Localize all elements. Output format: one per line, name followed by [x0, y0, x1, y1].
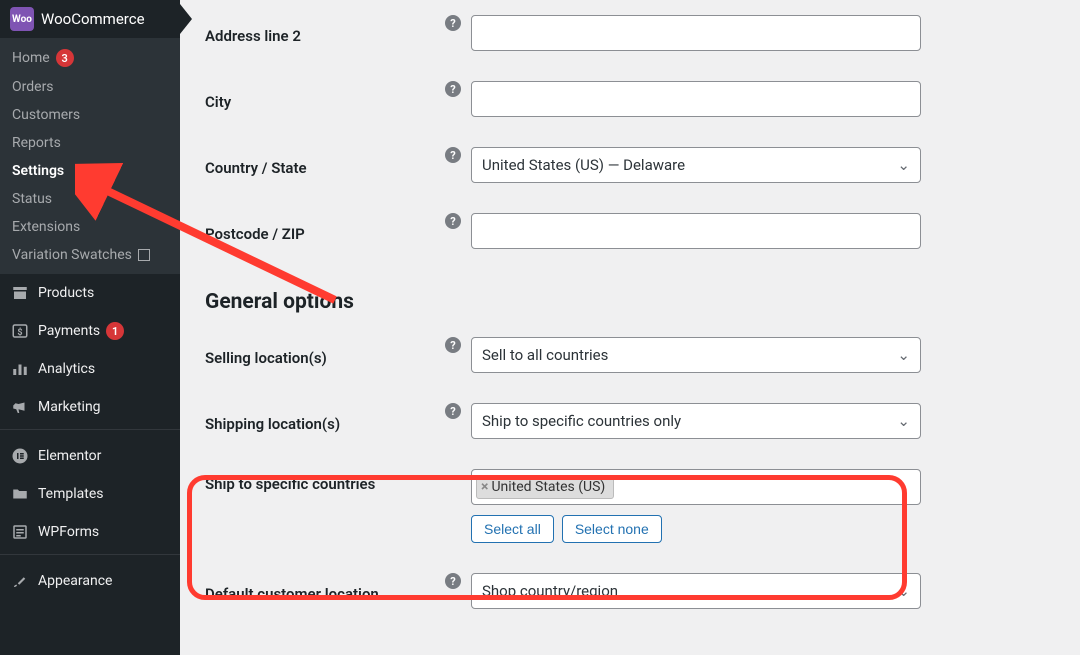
menu-item-label: Marketing	[38, 399, 101, 415]
submenu-item-label: Customers	[12, 107, 80, 123]
input-address2[interactable]	[471, 15, 921, 51]
submenu-item-label: Variation Swatches	[12, 247, 132, 263]
remove-tag-icon[interactable]: ×	[481, 479, 488, 495]
woocommerce-submenu: Home 3 Orders Customers Reports Settings…	[0, 38, 180, 274]
chart-bar-icon	[10, 359, 30, 379]
menu-templates[interactable]: Templates	[0, 475, 180, 513]
admin-sidebar: Woo WooCommerce Home 3 Orders Customers …	[0, 0, 180, 655]
menu-wpforms[interactable]: WPForms	[0, 513, 180, 551]
help-icon[interactable]: ?	[445, 337, 461, 353]
label-shipping-locations: Shipping location(s)	[205, 409, 445, 433]
submenu-orders[interactable]: Orders	[0, 73, 180, 101]
chevron-down-icon: ⌄	[897, 582, 910, 600]
help-icon[interactable]: ?	[445, 573, 461, 589]
chevron-down-icon: ⌄	[897, 412, 910, 430]
badge-count: 3	[56, 49, 74, 67]
select-shipping-locations[interactable]: Ship to specific countries only ⌄	[471, 403, 921, 439]
form-icon	[10, 522, 30, 542]
menu-payments[interactable]: $ Payments 1	[0, 312, 180, 350]
dollar-icon: $	[10, 321, 30, 341]
label-ship-to-countries: Ship to specific countries	[205, 469, 445, 493]
svg-text:$: $	[17, 327, 22, 338]
menu-appearance[interactable]: Appearance	[0, 562, 180, 600]
submenu-item-label: Home	[12, 50, 50, 66]
folder-icon	[10, 484, 30, 504]
label-country-state: Country / State	[205, 153, 445, 177]
menu-marketing[interactable]: Marketing	[0, 388, 180, 426]
select-selling-locations[interactable]: Sell to all countries ⌄	[471, 337, 921, 373]
sidebar-header-title: WooCommerce	[41, 10, 145, 28]
submenu-extensions[interactable]: Extensions	[0, 213, 180, 241]
row-address2: Address line 2 ?	[205, 0, 1055, 66]
row-default-customer-location: Default customer location ? Shop country…	[205, 558, 1055, 624]
chevron-down-icon: ⌄	[897, 156, 910, 174]
submenu-customers[interactable]: Customers	[0, 101, 180, 129]
elementor-icon	[10, 446, 30, 466]
label-selling-locations: Selling location(s)	[205, 343, 445, 367]
submenu-status[interactable]: Status	[0, 185, 180, 213]
label-postcode: Postcode / ZIP	[205, 219, 445, 243]
menu-separator	[0, 429, 180, 434]
select-value: Shop country/region	[482, 582, 618, 600]
menu-analytics[interactable]: Analytics	[0, 350, 180, 388]
chevron-down-icon: ⌄	[897, 346, 910, 364]
menu-item-label: Elementor	[38, 448, 101, 464]
menu-item-label: Appearance	[38, 573, 112, 589]
swatches-icon	[138, 249, 150, 261]
row-selling-locations: Selling location(s) ? Sell to all countr…	[205, 322, 1055, 388]
menu-separator	[0, 554, 180, 559]
row-ship-to-countries: Ship to specific countries × United Stat…	[205, 454, 1055, 558]
submenu-item-label: Settings	[12, 163, 64, 179]
help-icon[interactable]: ?	[445, 213, 461, 229]
submenu-item-label: Extensions	[12, 219, 80, 235]
label-address2: Address line 2	[205, 21, 445, 45]
menu-item-label: Payments	[38, 323, 100, 339]
row-shipping-locations: Shipping location(s) ? Ship to specific …	[205, 388, 1055, 454]
sidebar-header-woocommerce[interactable]: Woo WooCommerce	[0, 0, 180, 38]
submenu-item-label: Orders	[12, 79, 54, 95]
row-postcode: Postcode / ZIP ?	[205, 198, 1055, 264]
heading-general-options: General options	[205, 290, 1055, 314]
row-city: City ?	[205, 66, 1055, 132]
select-value: United States (US) — Delaware	[482, 156, 685, 174]
select-default-customer-location[interactable]: Shop country/region ⌄	[471, 573, 921, 609]
settings-form: Address line 2 ? City ? Country / State …	[180, 0, 1080, 624]
label-city: City	[205, 87, 445, 111]
select-country-state[interactable]: United States (US) — Delaware ⌄	[471, 147, 921, 183]
menu-item-label: Templates	[38, 486, 104, 502]
menu-item-label: Products	[38, 285, 94, 301]
menu-products[interactable]: Products	[0, 274, 180, 312]
select-value: Sell to all countries	[482, 346, 608, 364]
megaphone-icon	[10, 397, 30, 417]
submenu-settings[interactable]: Settings	[0, 157, 180, 185]
help-icon[interactable]: ?	[445, 81, 461, 97]
submenu-item-label: Status	[12, 191, 52, 207]
multiselect-ship-to-countries[interactable]: × United States (US)	[471, 469, 921, 505]
select-all-button[interactable]: Select all	[471, 515, 554, 543]
submenu-variation-swatches[interactable]: Variation Swatches	[0, 241, 180, 269]
help-icon[interactable]: ?	[445, 403, 461, 419]
input-postcode[interactable]	[471, 213, 921, 249]
label-default-customer-location: Default customer location	[205, 579, 445, 603]
woocommerce-icon: Woo	[10, 7, 34, 31]
menu-item-label: WPForms	[38, 524, 99, 540]
brush-icon	[10, 571, 30, 591]
submenu-reports[interactable]: Reports	[0, 129, 180, 157]
badge-count: 1	[106, 322, 124, 340]
archive-icon	[10, 283, 30, 303]
country-tag: × United States (US)	[476, 475, 614, 499]
menu-item-label: Analytics	[38, 361, 95, 377]
submenu-item-label: Reports	[12, 135, 61, 151]
input-city[interactable]	[471, 81, 921, 117]
row-country-state: Country / State ? United States (US) — D…	[205, 132, 1055, 198]
tag-label: United States (US)	[491, 479, 605, 495]
submenu-home[interactable]: Home 3	[0, 43, 180, 73]
select-none-button[interactable]: Select none	[562, 515, 662, 543]
help-icon[interactable]: ?	[445, 15, 461, 31]
select-value: Ship to specific countries only	[482, 412, 681, 430]
menu-elementor[interactable]: Elementor	[0, 437, 180, 475]
help-icon[interactable]: ?	[445, 147, 461, 163]
